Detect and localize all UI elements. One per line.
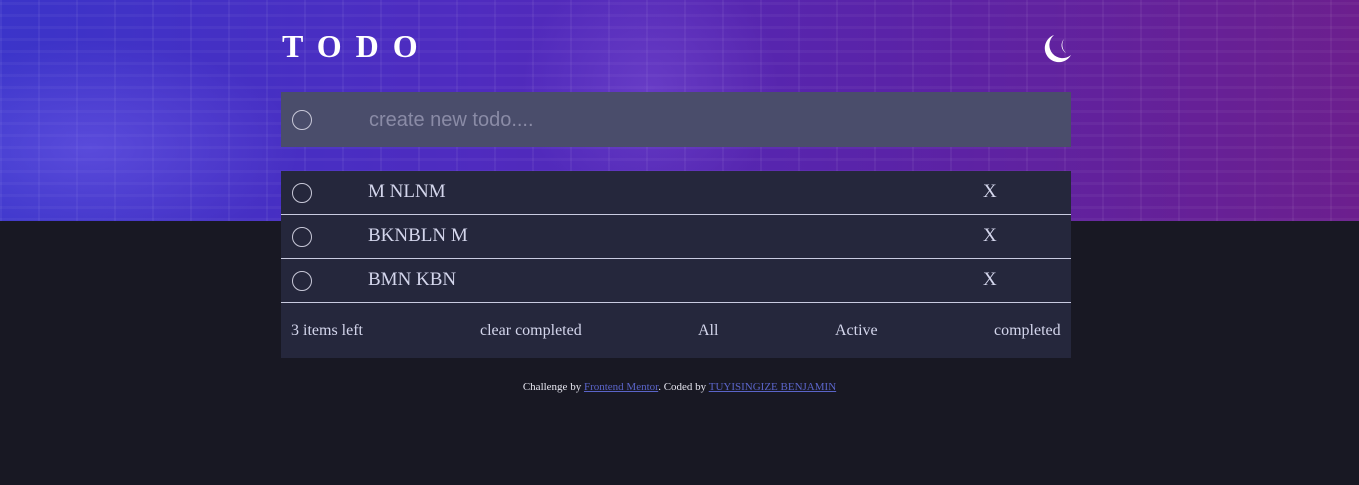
todo-text: BMN KBN: [368, 269, 457, 290]
delete-todo-button[interactable]: X: [983, 269, 997, 291]
todo-item: BKNBLN M X: [281, 215, 1071, 259]
delete-todo-button[interactable]: X: [983, 181, 997, 203]
todo-text: BKNBLN M: [368, 225, 468, 246]
moon-icon: [1044, 35, 1071, 63]
todo-item: M NLNM X: [281, 171, 1071, 215]
todo-check-circle[interactable]: [292, 271, 312, 291]
todo-check-circle[interactable]: [292, 183, 312, 203]
items-left-count: 3 items left: [291, 322, 363, 339]
theme-toggle-button[interactable]: [1040, 33, 1071, 65]
todo-check-circle[interactable]: [292, 227, 312, 247]
todo-list: M NLNM X BKNBLN M X BMN KBN X: [281, 171, 1071, 303]
filter-completed-button[interactable]: completed: [994, 322, 1061, 340]
filter-all-button[interactable]: All: [698, 322, 718, 340]
todo-footer: 3 items left clear completed All Active …: [281, 303, 1071, 358]
new-todo-check-circle[interactable]: [292, 110, 312, 130]
new-todo-input[interactable]: [367, 102, 1051, 139]
attribution-middle: . Coded by: [658, 381, 709, 393]
author-link[interactable]: TUYISINGIZE BENJAMIN: [709, 381, 836, 393]
attribution-prefix: Challenge by: [522, 381, 584, 393]
filter-active-button[interactable]: Active: [835, 322, 878, 340]
delete-todo-button[interactable]: X: [983, 225, 997, 247]
clear-completed-button[interactable]: clear completed: [480, 322, 582, 340]
attribution: Challenge by Frontend Mentor. Coded by T…: [0, 381, 1359, 393]
frontend-mentor-link[interactable]: Frontend Mentor: [584, 381, 658, 393]
todo-item: BMN KBN X: [281, 259, 1071, 303]
todo-text: M NLNM: [368, 181, 446, 202]
new-todo-bar: [281, 92, 1071, 147]
header-glow: [0, 40, 300, 220]
page-title: TODO: [282, 28, 432, 64]
